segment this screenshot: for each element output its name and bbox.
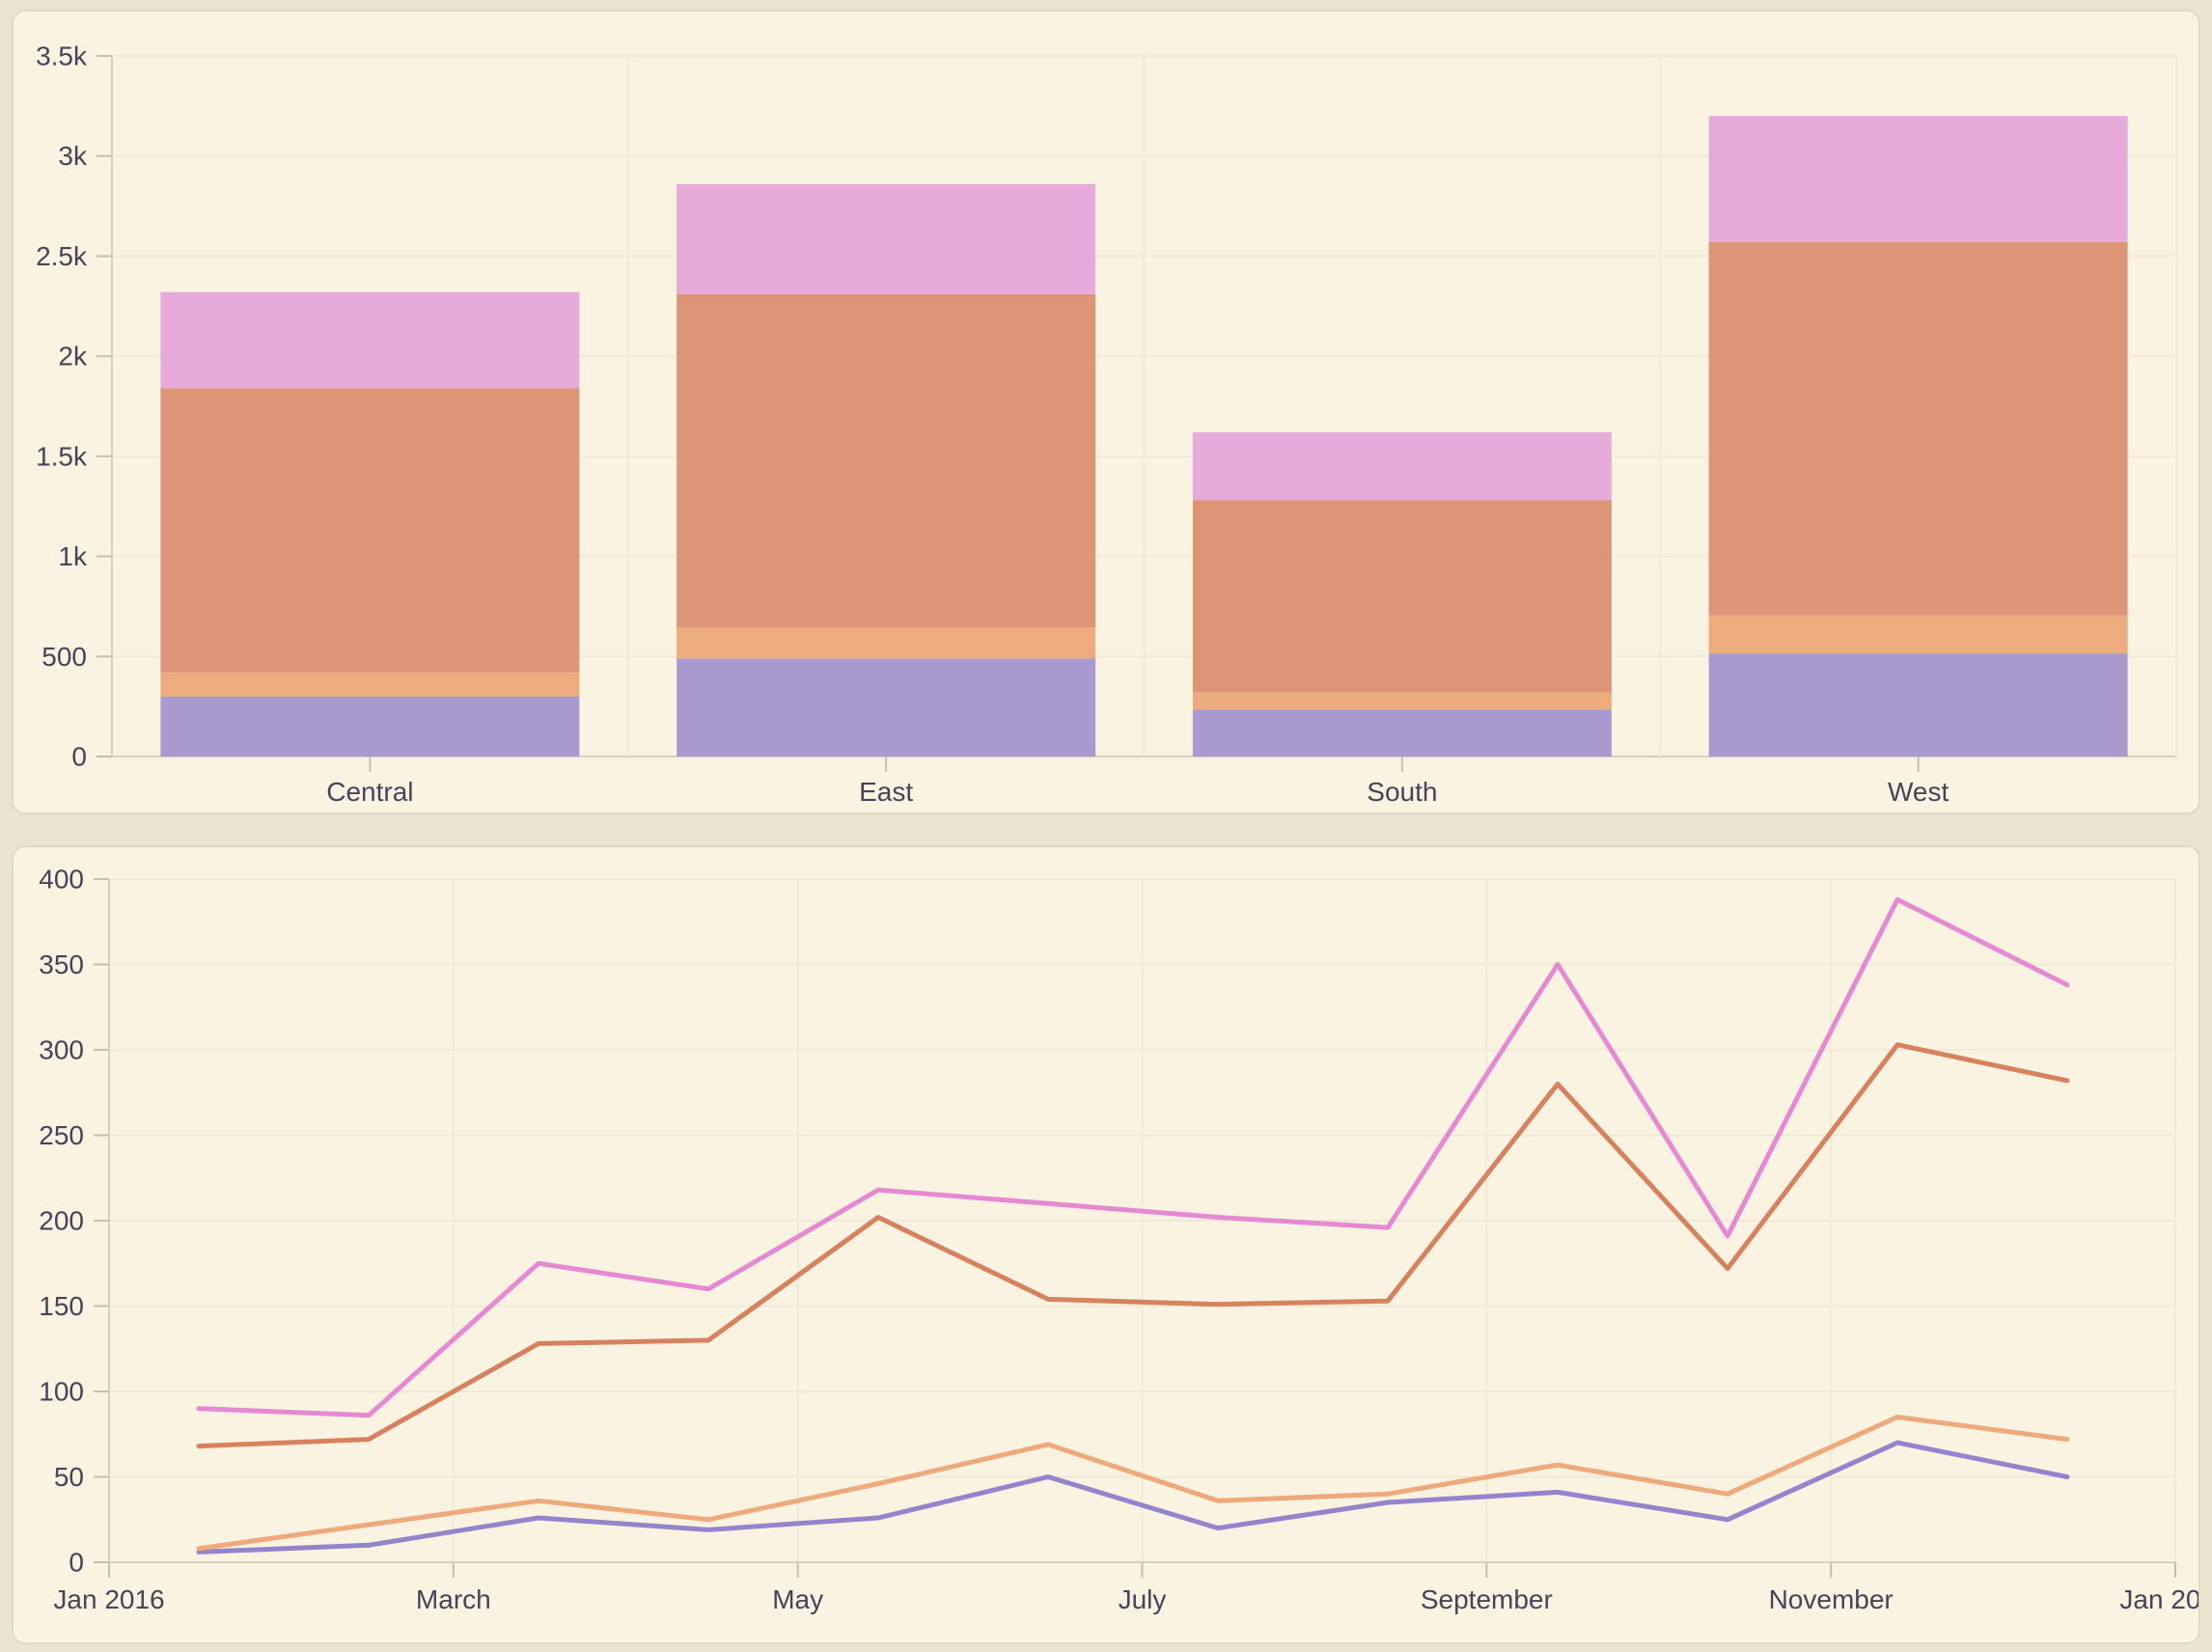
y-axis-tick-label: 1k: [58, 541, 88, 571]
bar-segment-series-salmon[interactable]: [1193, 500, 1612, 692]
y-axis-tick-label: 300: [39, 1035, 84, 1065]
x-axis-tick-label: September: [1421, 1584, 1553, 1614]
y-axis-tick-label: 500: [41, 642, 87, 672]
line-chart: 0 50 100 150 200 250 300 350 400 Jan 2016 March May…: [14, 847, 2198, 1642]
stacked-bar-chart: 0 500 1k 1.5k 2k 2.5k 3k 3.5k Central East South We…: [14, 12, 2198, 812]
x-axis-category-label: Central: [326, 777, 413, 807]
x-axis-tick-label: July: [1119, 1584, 1167, 1614]
x-axis-category-label: South: [1367, 777, 1437, 807]
y-axis-tick-label: 400: [39, 865, 84, 895]
line-series-salmon[interactable]: [199, 1045, 2067, 1446]
bar-segment-series-salmon[interactable]: [160, 388, 579, 673]
bar-segment-series-pink[interactable]: [1193, 432, 1612, 501]
y-axis-tick-label: 350: [39, 950, 84, 979]
y-axis-tick-label: 2k: [58, 342, 88, 372]
y-axis-tick-label: 250: [39, 1120, 84, 1150]
line-series-pink[interactable]: [199, 899, 2067, 1416]
y-axis-tick-label: 100: [39, 1377, 84, 1407]
bar-segment-series-purple[interactable]: [1709, 653, 2128, 757]
bar-segment-series-tan[interactable]: [677, 627, 1095, 658]
y-axis-tick-label: 200: [39, 1206, 84, 1236]
line-series-purple[interactable]: [199, 1443, 2067, 1552]
bar-segment-series-tan[interactable]: [1709, 616, 2128, 653]
bar-segment-series-pink[interactable]: [1709, 116, 2128, 242]
y-axis-tick-label: 1.5k: [36, 441, 88, 471]
x-axis-category-label: West: [1888, 777, 1949, 807]
y-axis-tick-label: 2.5k: [36, 241, 88, 271]
bar-segment-series-tan[interactable]: [160, 673, 579, 697]
y-axis-tick-label: 0: [69, 1548, 84, 1578]
x-axis-tick-label: March: [416, 1584, 491, 1614]
bar-chart-card: 0 500 1k 1.5k 2k 2.5k 3k 3.5k Central East South We…: [12, 10, 2200, 814]
line-chart-card: 0 50 100 150 200 250 300 350 400 Jan 2016 March May…: [12, 845, 2200, 1644]
bar-segment-series-pink[interactable]: [677, 184, 1095, 294]
bar-segment-series-tan[interactable]: [1193, 693, 1612, 710]
y-axis-tick-label: 50: [54, 1462, 84, 1492]
bar-segment-series-purple[interactable]: [160, 697, 579, 757]
y-axis-tick-label: 3k: [58, 141, 88, 171]
bar-segment-series-pink[interactable]: [160, 292, 579, 389]
x-axis-tick-label: Jan 2017: [2119, 1584, 2198, 1614]
bar-segment-series-purple[interactable]: [677, 658, 1095, 757]
y-axis-tick-label: 0: [71, 742, 87, 772]
x-axis-tick-label: Jan 2016: [53, 1584, 164, 1614]
y-axis-tick-label: 150: [39, 1291, 84, 1321]
bar-segment-series-salmon[interactable]: [1709, 242, 2128, 616]
bar-segment-series-salmon[interactable]: [677, 294, 1095, 627]
y-axis-tick-label: 3.5k: [36, 41, 88, 71]
bar-segment-series-purple[interactable]: [1193, 709, 1612, 757]
x-axis-category-label: East: [859, 777, 913, 807]
x-axis-tick-label: May: [772, 1584, 823, 1614]
x-axis-tick-label: November: [1769, 1584, 1894, 1614]
